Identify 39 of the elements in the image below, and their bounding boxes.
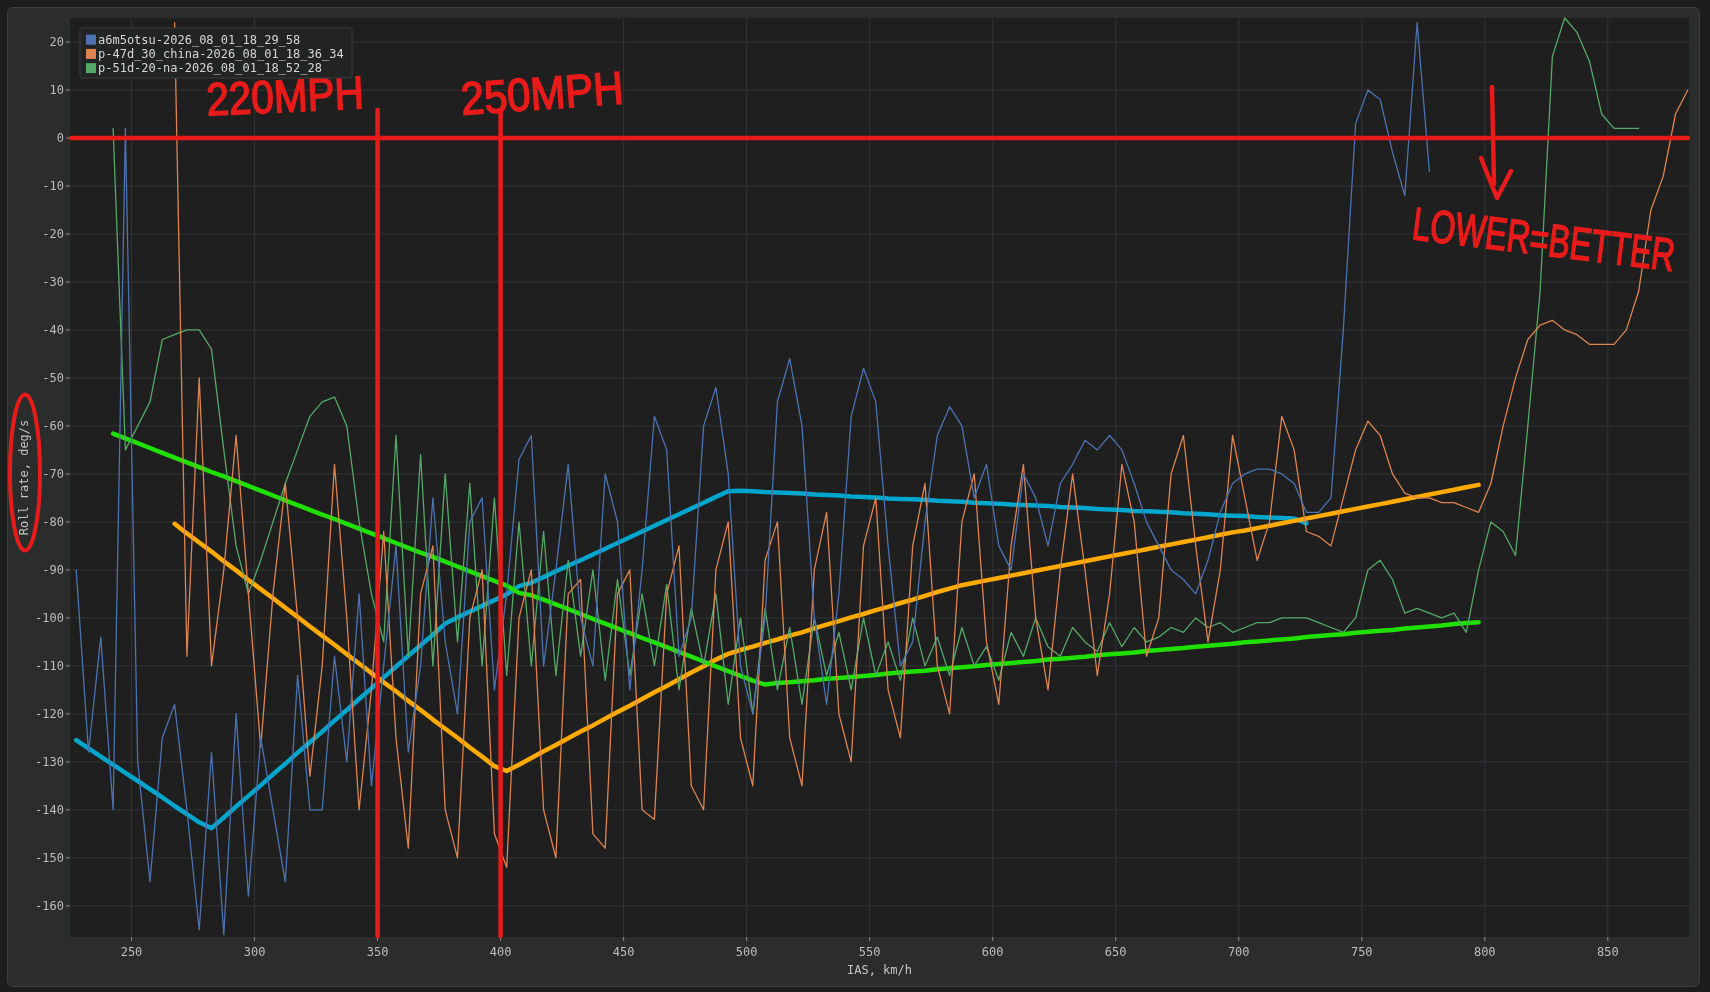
x-tick-label: 750 <box>1350 945 1373 959</box>
y-tick-label: -140 <box>35 802 64 817</box>
y-tick-label: -160 <box>35 898 64 913</box>
legend-label: p-47d_30_china-2026_08_01_18_36_34 <box>98 46 344 61</box>
y-tick-label: -80 <box>42 514 64 529</box>
y-tick-label: -60 <box>42 418 64 433</box>
x-tick-label: 350 <box>366 945 389 959</box>
legend-label: a6m5otsu-2026_08_01_18_29_58 <box>98 32 301 47</box>
x-tick-label: 450 <box>612 945 635 959</box>
x-tick-label: 300 <box>243 945 266 959</box>
y-tick-label: -90 <box>42 562 64 577</box>
x-tick-label: 550 <box>858 945 881 959</box>
y-tick-label: 20 <box>49 35 64 49</box>
y-tick-label: -100 <box>35 610 64 625</box>
y-tick-label: -70 <box>42 466 64 481</box>
x-tick-label: 700 <box>1227 945 1250 959</box>
annotation-text: LOWER=BETTER <box>1410 197 1678 281</box>
y-tick-label: -120 <box>35 706 64 721</box>
y-axis-title: Roll rate, deg/s <box>17 419 31 536</box>
y-tick-label: -10 <box>42 178 64 193</box>
y-tick-label: -50 <box>42 370 64 385</box>
x-tick-label: 250 <box>120 945 143 959</box>
y-tick-label: -40 <box>42 322 64 337</box>
y-tick-label: -130 <box>35 754 64 769</box>
y-tick-label: -20 <box>42 226 64 241</box>
annotation-text: 250MPH <box>459 61 625 125</box>
x-tick-label: 600 <box>981 945 1004 959</box>
x-tick-label: 850 <box>1596 945 1619 959</box>
legend-label: p-51d-20-na-2026_08_01_18_52_28 <box>98 61 322 76</box>
y-tick-label: -30 <box>42 274 64 289</box>
y-tick-label: 0 <box>56 130 64 145</box>
y-tick-label: 10 <box>49 83 64 97</box>
y-tick-label: -110 <box>35 658 64 673</box>
x-tick-label: 400 <box>489 945 512 959</box>
x-tick-label: 800 <box>1473 945 1496 959</box>
x-tick-label: 500 <box>735 945 758 959</box>
x-tick-label: 650 <box>1104 945 1127 959</box>
y-tick-label: -150 <box>35 850 64 865</box>
x-axis-title: IAS, km/h <box>847 963 912 977</box>
